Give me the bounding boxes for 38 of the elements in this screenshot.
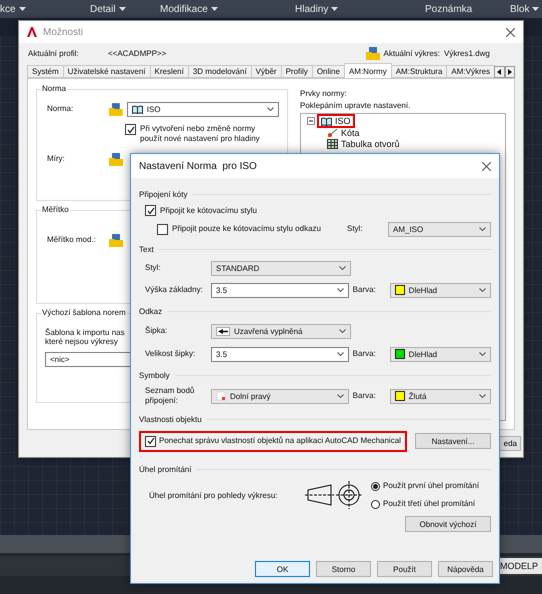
radio-label: Použít třetí úhel promítání <box>383 499 476 509</box>
field-label: Norma: <box>47 104 74 114</box>
field-label: Styl: <box>347 224 364 234</box>
section-title: Odkaz <box>139 306 162 316</box>
section-title: Připojení kóty <box>139 190 188 198</box>
drawing-label: Aktuální výkres: <box>384 48 440 58</box>
field-label: Úhel promítání pro pohledy výkresu: <box>149 490 279 500</box>
group-title: Měřítko <box>41 205 70 214</box>
field-label: Šipka: <box>145 326 168 336</box>
profile-label: Aktuální profil: <box>28 48 80 58</box>
description-text: Šablona k importu nas <box>45 328 125 337</box>
checkbox-label: Při vytvoření nebo změně normy použít nové nastavení pro hladiny <box>140 124 261 144</box>
drawing-name: Výkres1.dwg <box>444 48 491 58</box>
field-label: Barva: <box>352 285 377 295</box>
group-title: Výchozí šablona norem <box>41 308 127 317</box>
field-label: Měřítko mod.: <box>47 235 97 245</box>
hint-text: Poklepáním upravte nastavení. <box>300 101 412 110</box>
radio-label: Použít první úhel promítání <box>383 481 480 491</box>
field-label: Barva: <box>352 349 377 359</box>
field-label: Velikost šipky: <box>145 349 196 359</box>
field-label: Míry: <box>47 154 66 164</box>
field-label: Výška základny: <box>145 285 204 295</box>
description-text: které nejsou výkresy <box>45 337 118 346</box>
section-title: Text <box>139 244 154 254</box>
group-title: Norma <box>41 84 68 93</box>
window-title: Možnosti <box>43 26 84 38</box>
checkbox-label: Připojit ke kótovacímu stylu <box>160 206 257 216</box>
checkbox-label: Ponechat správu vlastností objektů na aplikaci AutoCAD Mechanical <box>159 436 401 446</box>
checkbox-label: Připojit pouze ke kótovacímu stylu odkazu <box>172 224 321 234</box>
dialog-title: Nastavení Norma pro ISO <box>139 160 258 172</box>
section-title: Vlastnosti objektu <box>139 414 202 424</box>
field-label: Seznam bodů připojení: <box>145 386 196 406</box>
profile-name: <<ACADMPP>> <box>108 48 166 58</box>
section-title: Prvky normy: <box>300 89 348 98</box>
field-label: Barva: <box>352 391 377 401</box>
section-title: Symboly <box>139 370 170 380</box>
field-label: Styl: <box>145 263 162 273</box>
section-title: Úhel promítání <box>139 464 192 474</box>
